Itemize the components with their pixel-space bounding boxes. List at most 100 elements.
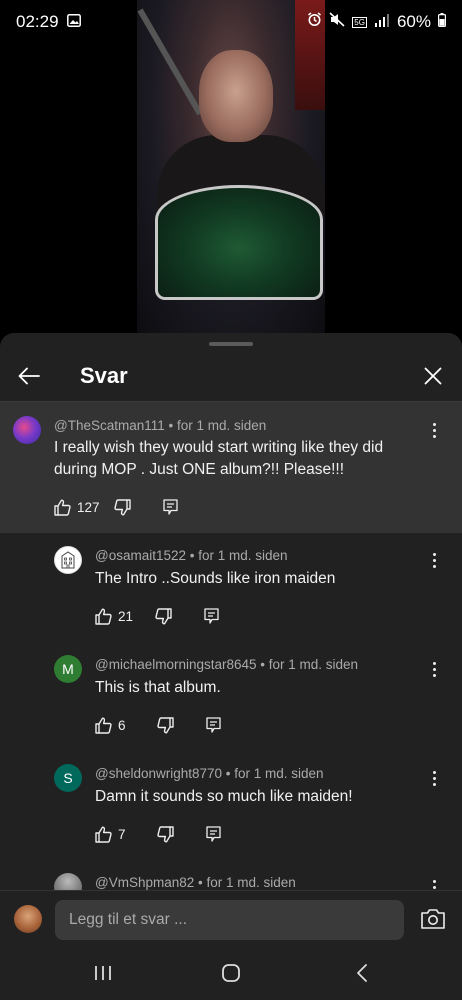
- replies-sheet: Svar @TheScatman111 • for 1 md. siden I …: [0, 333, 462, 1000]
- like-count: 21: [118, 608, 134, 624]
- reply-icon: [205, 826, 221, 842]
- mute-icon: [329, 12, 345, 32]
- comment-meta: @TheScatman111 • for 1 md. siden: [54, 418, 266, 433]
- more-button[interactable]: [426, 418, 442, 442]
- gallery-icon: [66, 12, 81, 32]
- close-button[interactable]: [418, 361, 448, 391]
- battery-icon: [438, 12, 447, 32]
- like-button[interactable]: 21: [95, 608, 133, 625]
- alarm-icon: [307, 12, 322, 32]
- dislike-button[interactable]: [155, 607, 172, 625]
- reply-input[interactable]: [55, 900, 404, 940]
- comment-text-line: This is that album.: [95, 679, 221, 696]
- drag-handle[interactable]: [209, 342, 253, 346]
- reply-button[interactable]: [204, 608, 219, 624]
- parent-comment: @TheScatman111 • for 1 md. siden I reall…: [0, 402, 462, 533]
- comment-meta: @osamait1522 • for 1 md. siden: [95, 548, 288, 563]
- video-player[interactable]: [0, 0, 462, 335]
- reply-button[interactable]: [205, 826, 221, 842]
- video-drum: [155, 185, 323, 300]
- reply-icon: [205, 717, 221, 733]
- like-button[interactable]: 7: [95, 826, 126, 843]
- more-button[interactable]: [426, 657, 442, 681]
- avatar-letter: S: [63, 770, 73, 786]
- comment-author[interactable]: @michaelmorningstar8645: [95, 657, 257, 672]
- like-count: 6: [118, 717, 126, 733]
- back-button[interactable]: [14, 361, 44, 391]
- user-avatar[interactable]: [14, 905, 42, 933]
- video-drummer-head: [199, 50, 273, 142]
- reply-comment: @VmShpman82 • for 1 md. siden: [0, 860, 462, 890]
- video-frame[interactable]: [137, 0, 325, 335]
- camera-button[interactable]: [420, 908, 446, 930]
- comment-time: • for 1 md. siden: [186, 548, 288, 563]
- comment-time: • for 1 md. siden: [256, 657, 359, 672]
- signal-icon: [374, 12, 390, 32]
- reply-icon: [162, 499, 178, 515]
- recent-apps-button[interactable]: [88, 961, 118, 985]
- comment-text: Damn it sounds so much like maiden!: [95, 786, 353, 808]
- arrow-left-icon: [18, 367, 40, 385]
- reply-comment: S @sheldonwright8770 • for 1 md. siden D…: [0, 751, 462, 860]
- avatar[interactable]: [54, 873, 82, 890]
- comment-actions: 6: [95, 713, 221, 737]
- system-nav-bar: [0, 947, 462, 1000]
- comment-text-line: I really wish they would start writing l…: [54, 439, 384, 456]
- comment-author[interactable]: @sheldonwright8770: [95, 766, 222, 781]
- comment-author[interactable]: @TheScatman111: [54, 418, 165, 433]
- reply-button[interactable]: [162, 499, 178, 515]
- reply-icon: [204, 608, 219, 624]
- close-icon: [424, 367, 442, 385]
- status-left: 02:29: [16, 12, 81, 32]
- dislike-button[interactable]: [156, 716, 174, 734]
- sheet-title: Svar: [80, 363, 128, 388]
- comment-text-line: during MOP . Just ONE album?!! Please!!!: [54, 461, 345, 478]
- thumbs-down-icon: [156, 716, 174, 733]
- comment-author[interactable]: @VmShpman82: [95, 875, 194, 890]
- comment-text: This is that album.: [95, 677, 221, 699]
- back-nav-button[interactable]: [347, 961, 377, 985]
- thumbs-up-icon: [95, 826, 112, 843]
- comment-meta: @sheldonwright8770 • for 1 md. siden: [95, 766, 324, 781]
- comment-meta: @michaelmorningstar8645 • for 1 md. side…: [95, 657, 358, 672]
- avatar[interactable]: [13, 416, 41, 444]
- comment-text: I really wish they would start writing l…: [54, 437, 383, 481]
- comment-text: The Intro ..Sounds like iron maiden: [95, 568, 335, 590]
- comment-actions: 127: [54, 495, 178, 519]
- camera-icon: [421, 909, 445, 929]
- thumbs-up-icon: [95, 717, 112, 734]
- thumbs-down-icon: [113, 498, 131, 515]
- more-button[interactable]: [426, 548, 442, 572]
- comment-author[interactable]: @osamait1522: [95, 548, 186, 563]
- home-button[interactable]: [216, 961, 246, 985]
- comment-time: • for 1 md. siden: [164, 418, 267, 433]
- comment-text-line: The Intro ..Sounds like iron maiden: [95, 570, 336, 587]
- avatar[interactable]: M: [54, 655, 82, 683]
- avatar[interactable]: S: [54, 764, 82, 792]
- reply-composer: [0, 890, 462, 947]
- avatar-letter: M: [62, 661, 74, 677]
- like-count: 7: [118, 826, 126, 842]
- comment-list[interactable]: @TheScatman111 • for 1 md. siden I reall…: [0, 402, 462, 890]
- battery-percent: 60%: [396, 12, 431, 31]
- thumbs-up-icon: [95, 608, 112, 625]
- comment-actions: 7: [95, 822, 221, 846]
- dislike-button[interactable]: [156, 825, 174, 843]
- thumbs-up-icon: [54, 499, 71, 516]
- like-button[interactable]: 127: [54, 499, 100, 516]
- status-bar: 02:29 5G 60%: [0, 0, 462, 44]
- network-icon: 5G: [352, 16, 367, 28]
- home-icon: [222, 964, 240, 982]
- like-button[interactable]: 6: [95, 717, 126, 734]
- thumbs-down-icon: [155, 607, 172, 624]
- more-button[interactable]: [426, 766, 442, 790]
- more-button[interactable]: [426, 875, 442, 890]
- comment-actions: 21: [95, 604, 219, 628]
- avatar[interactable]: [54, 546, 82, 574]
- comment-text-line: Damn it sounds so much like maiden!: [95, 788, 353, 805]
- building-icon: [61, 551, 75, 569]
- reply-comment: @osamait1522 • for 1 md. siden The Intro…: [0, 533, 462, 642]
- like-count: 127: [77, 499, 100, 515]
- reply-button[interactable]: [205, 717, 221, 733]
- dislike-button[interactable]: [113, 498, 131, 516]
